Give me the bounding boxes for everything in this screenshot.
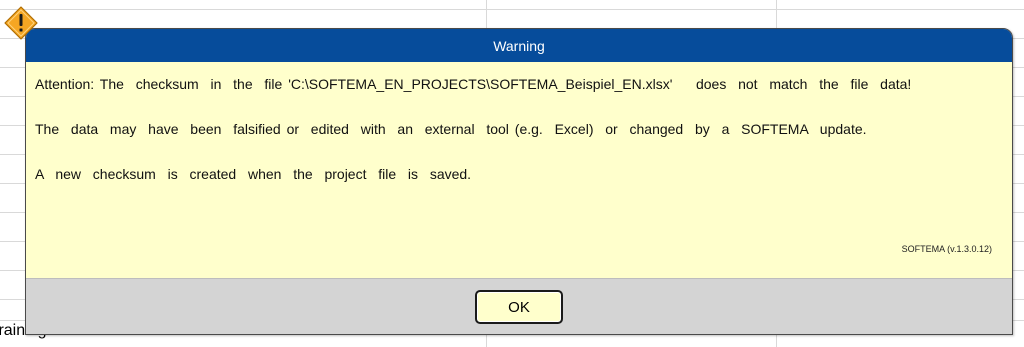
message-line-checksum: Attention: The checksum in the file 'C:\…	[35, 76, 912, 92]
message-line-cause: The data may have been falsified or edit…	[35, 121, 867, 137]
warning-diamond-icon	[4, 6, 38, 40]
dialog-title-bar[interactable]: Warning	[26, 29, 1012, 62]
warning-dialog: Warning Attention: The checksum in the f…	[25, 28, 1013, 335]
dialog-title: Warning	[493, 37, 545, 54]
dialog-message-area: Attention: The checksum in the file 'C:\…	[26, 62, 1012, 278]
message-line-info: A new checksum is created when the proje…	[35, 166, 472, 182]
ok-button[interactable]: OK	[475, 290, 563, 324]
dialog-button-bar: OK	[26, 278, 1012, 334]
version-label: SOFTEMA (v.1.3.0.12)	[901, 244, 992, 254]
